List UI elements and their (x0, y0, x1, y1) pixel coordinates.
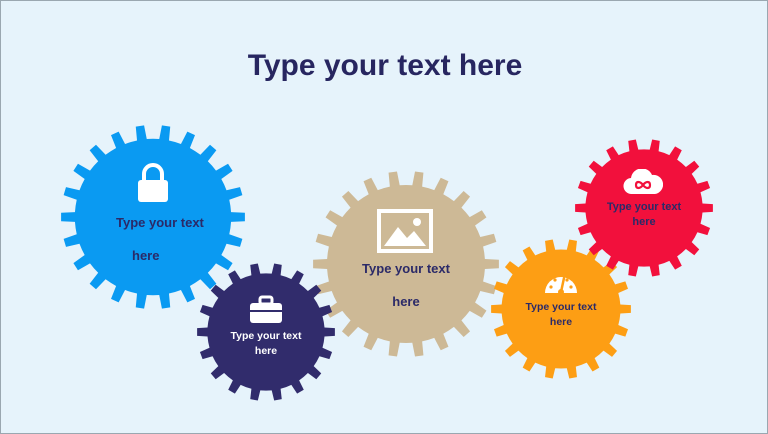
gear-navy: Type your text here (197, 263, 335, 401)
slide: Type your text here Type your text here … (0, 0, 768, 434)
gear-text-line1: Type your text (116, 215, 204, 230)
gear-text[interactable]: Type your text here (101, 215, 241, 263)
briefcase-icon (250, 295, 282, 323)
gear-text-line2: here (549, 315, 573, 328)
gear-text-line1: Type your text (362, 261, 450, 276)
lock-icon (138, 163, 168, 202)
gear-text-line1: Type your text (525, 301, 597, 313)
speedometer-icon (545, 276, 577, 295)
image-icon (377, 209, 433, 253)
gear-text-line1: Type your text (230, 330, 302, 342)
gear-tan: Type your text here (313, 171, 499, 357)
gear-text-line2: here (632, 216, 656, 229)
gear-text[interactable]: Type your text here (575, 201, 713, 229)
gear-text-line2: here (392, 293, 420, 309)
gear-text[interactable]: Type your text here (491, 301, 631, 328)
gear-red: Type your text here (575, 139, 713, 277)
cloud-infinity-icon (623, 169, 663, 195)
gear-text-line1: Type your text (606, 201, 682, 213)
slide-title[interactable]: Type your text here (1, 49, 768, 83)
gear-text[interactable]: Type your text here (197, 330, 335, 357)
gear-text[interactable]: Type your text here (313, 261, 499, 309)
gear-text-line2: here (254, 344, 278, 357)
gear-text-line2: here (132, 247, 160, 263)
